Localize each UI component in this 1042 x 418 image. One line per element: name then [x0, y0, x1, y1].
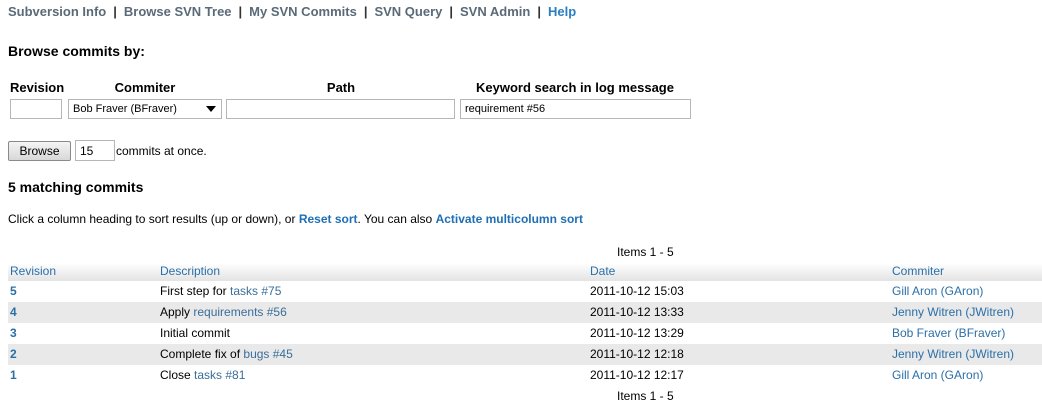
table-row: 2 Complete fix of bugs #45 2011-10-12 12…: [8, 344, 1042, 365]
commiter-link[interactable]: Jenny Witren (JWitren): [892, 344, 1014, 365]
sort-hint-prefix: Click a column heading to sort results (…: [8, 212, 296, 226]
sort-hint-middle: . You can also: [357, 212, 433, 226]
top-navigation: Subversion Info | Browse SVN Tree | My SVN C…: [8, 4, 576, 19]
description-cell: Initial commit: [160, 323, 230, 344]
description-text: Initial commit: [160, 326, 231, 340]
description-cell: Complete fix of bugs #45: [160, 344, 293, 365]
browse-button[interactable]: Browse: [8, 141, 71, 161]
ticket-link[interactable]: tasks #75: [230, 284, 281, 298]
revision-label: Revision: [10, 80, 65, 95]
reset-sort-link[interactable]: Reset sort: [299, 212, 358, 226]
nav-browse-svn-tree[interactable]: Browse SVN Tree: [124, 4, 232, 19]
nav-svn-query[interactable]: SVN Query: [374, 4, 442, 19]
results-heading: 5 matching commits: [8, 179, 144, 195]
commiter-link[interactable]: Gill Aron (GAron): [892, 281, 983, 302]
nav-help[interactable]: Help: [548, 4, 576, 19]
commiter-link[interactable]: Jenny Witren (JWitren): [892, 302, 1014, 323]
path-input[interactable]: [226, 99, 455, 119]
pager-bottom: Items 1 - 5: [617, 389, 674, 403]
commiter-link[interactable]: Gill Aron (GAron): [892, 365, 983, 386]
date-cell: 2011-10-12 13:29: [590, 326, 684, 340]
description-cell: First step for tasks #75: [160, 281, 281, 302]
date-cell: 2011-10-12 12:17: [590, 368, 684, 382]
nav-separator: |: [238, 4, 243, 19]
ticket-link[interactable]: bugs #45: [243, 347, 292, 361]
revision-link[interactable]: 2: [10, 344, 17, 365]
revision-link[interactable]: 5: [10, 281, 17, 302]
ticket-link[interactable]: tasks #81: [194, 368, 245, 382]
table-row: 3 Initial commit 2011-10-12 13:29 Bob Fr…: [8, 323, 1042, 344]
chevron-down-icon: [206, 106, 216, 112]
nav-subversion-info[interactable]: Subversion Info: [8, 4, 106, 19]
count-suffix-text: commits at once.: [116, 144, 207, 158]
keyword-input[interactable]: [460, 99, 691, 119]
description-cell: Close tasks #81: [160, 365, 245, 386]
description-text: Apply: [160, 305, 191, 319]
table-row: 4 Apply requirements #56 2011-10-12 13:3…: [8, 302, 1042, 323]
nav-my-svn-commits[interactable]: My SVN Commits: [249, 4, 357, 19]
date-cell: 2011-10-12 13:33: [590, 305, 684, 319]
commiter-selected-value: Bob Fraver (BFraver): [73, 103, 177, 115]
browse-heading: Browse commits by:: [8, 43, 145, 59]
description-text: Complete fix of: [160, 347, 241, 361]
commiter-link[interactable]: Bob Fraver (BFraver): [892, 323, 1005, 344]
commiter-label: Commiter: [114, 80, 176, 95]
multicolumn-sort-link[interactable]: Activate multicolumn sort: [436, 212, 583, 226]
column-header-revision[interactable]: Revision: [10, 263, 56, 279]
description-text: Close: [160, 368, 191, 382]
commit-count-input[interactable]: [75, 140, 115, 161]
description-text: First step for: [160, 284, 227, 298]
commits-table: Revision Description Date Commiter 5 Fir…: [8, 263, 1042, 386]
nav-separator: |: [113, 4, 117, 19]
nav-separator: |: [537, 4, 541, 19]
column-header-date[interactable]: Date: [590, 263, 615, 279]
pager-top: Items 1 - 5: [617, 245, 674, 259]
nav-svn-admin[interactable]: SVN Admin: [460, 4, 530, 19]
column-header-description[interactable]: Description: [160, 263, 220, 279]
date-cell: 2011-10-12 12:18: [590, 347, 684, 361]
nav-separator: |: [449, 4, 454, 19]
description-cell: Apply requirements #56: [160, 302, 287, 323]
date-cell: 2011-10-12 15:03: [590, 284, 684, 298]
revision-input[interactable]: [10, 99, 62, 119]
revision-link[interactable]: 4: [10, 302, 17, 323]
nav-separator: |: [363, 4, 368, 19]
column-header-commiter[interactable]: Commiter: [892, 263, 944, 279]
table-row: 1 Close tasks #81 2011-10-12 12:17 Gill …: [8, 365, 1042, 386]
ticket-link[interactable]: requirements #56: [193, 305, 286, 319]
revision-link[interactable]: 1: [10, 365, 17, 386]
keyword-label: Keyword search in log message: [476, 80, 674, 95]
sort-hint: Click a column heading to sort results (…: [8, 212, 583, 226]
revision-link[interactable]: 3: [10, 323, 17, 344]
table-row: 5 First step for tasks #75 2011-10-12 15…: [8, 281, 1042, 302]
path-label: Path: [326, 80, 356, 95]
table-header: Revision Description Date Commiter: [8, 263, 1042, 281]
commiter-select[interactable]: Bob Fraver (BFraver): [68, 99, 222, 119]
